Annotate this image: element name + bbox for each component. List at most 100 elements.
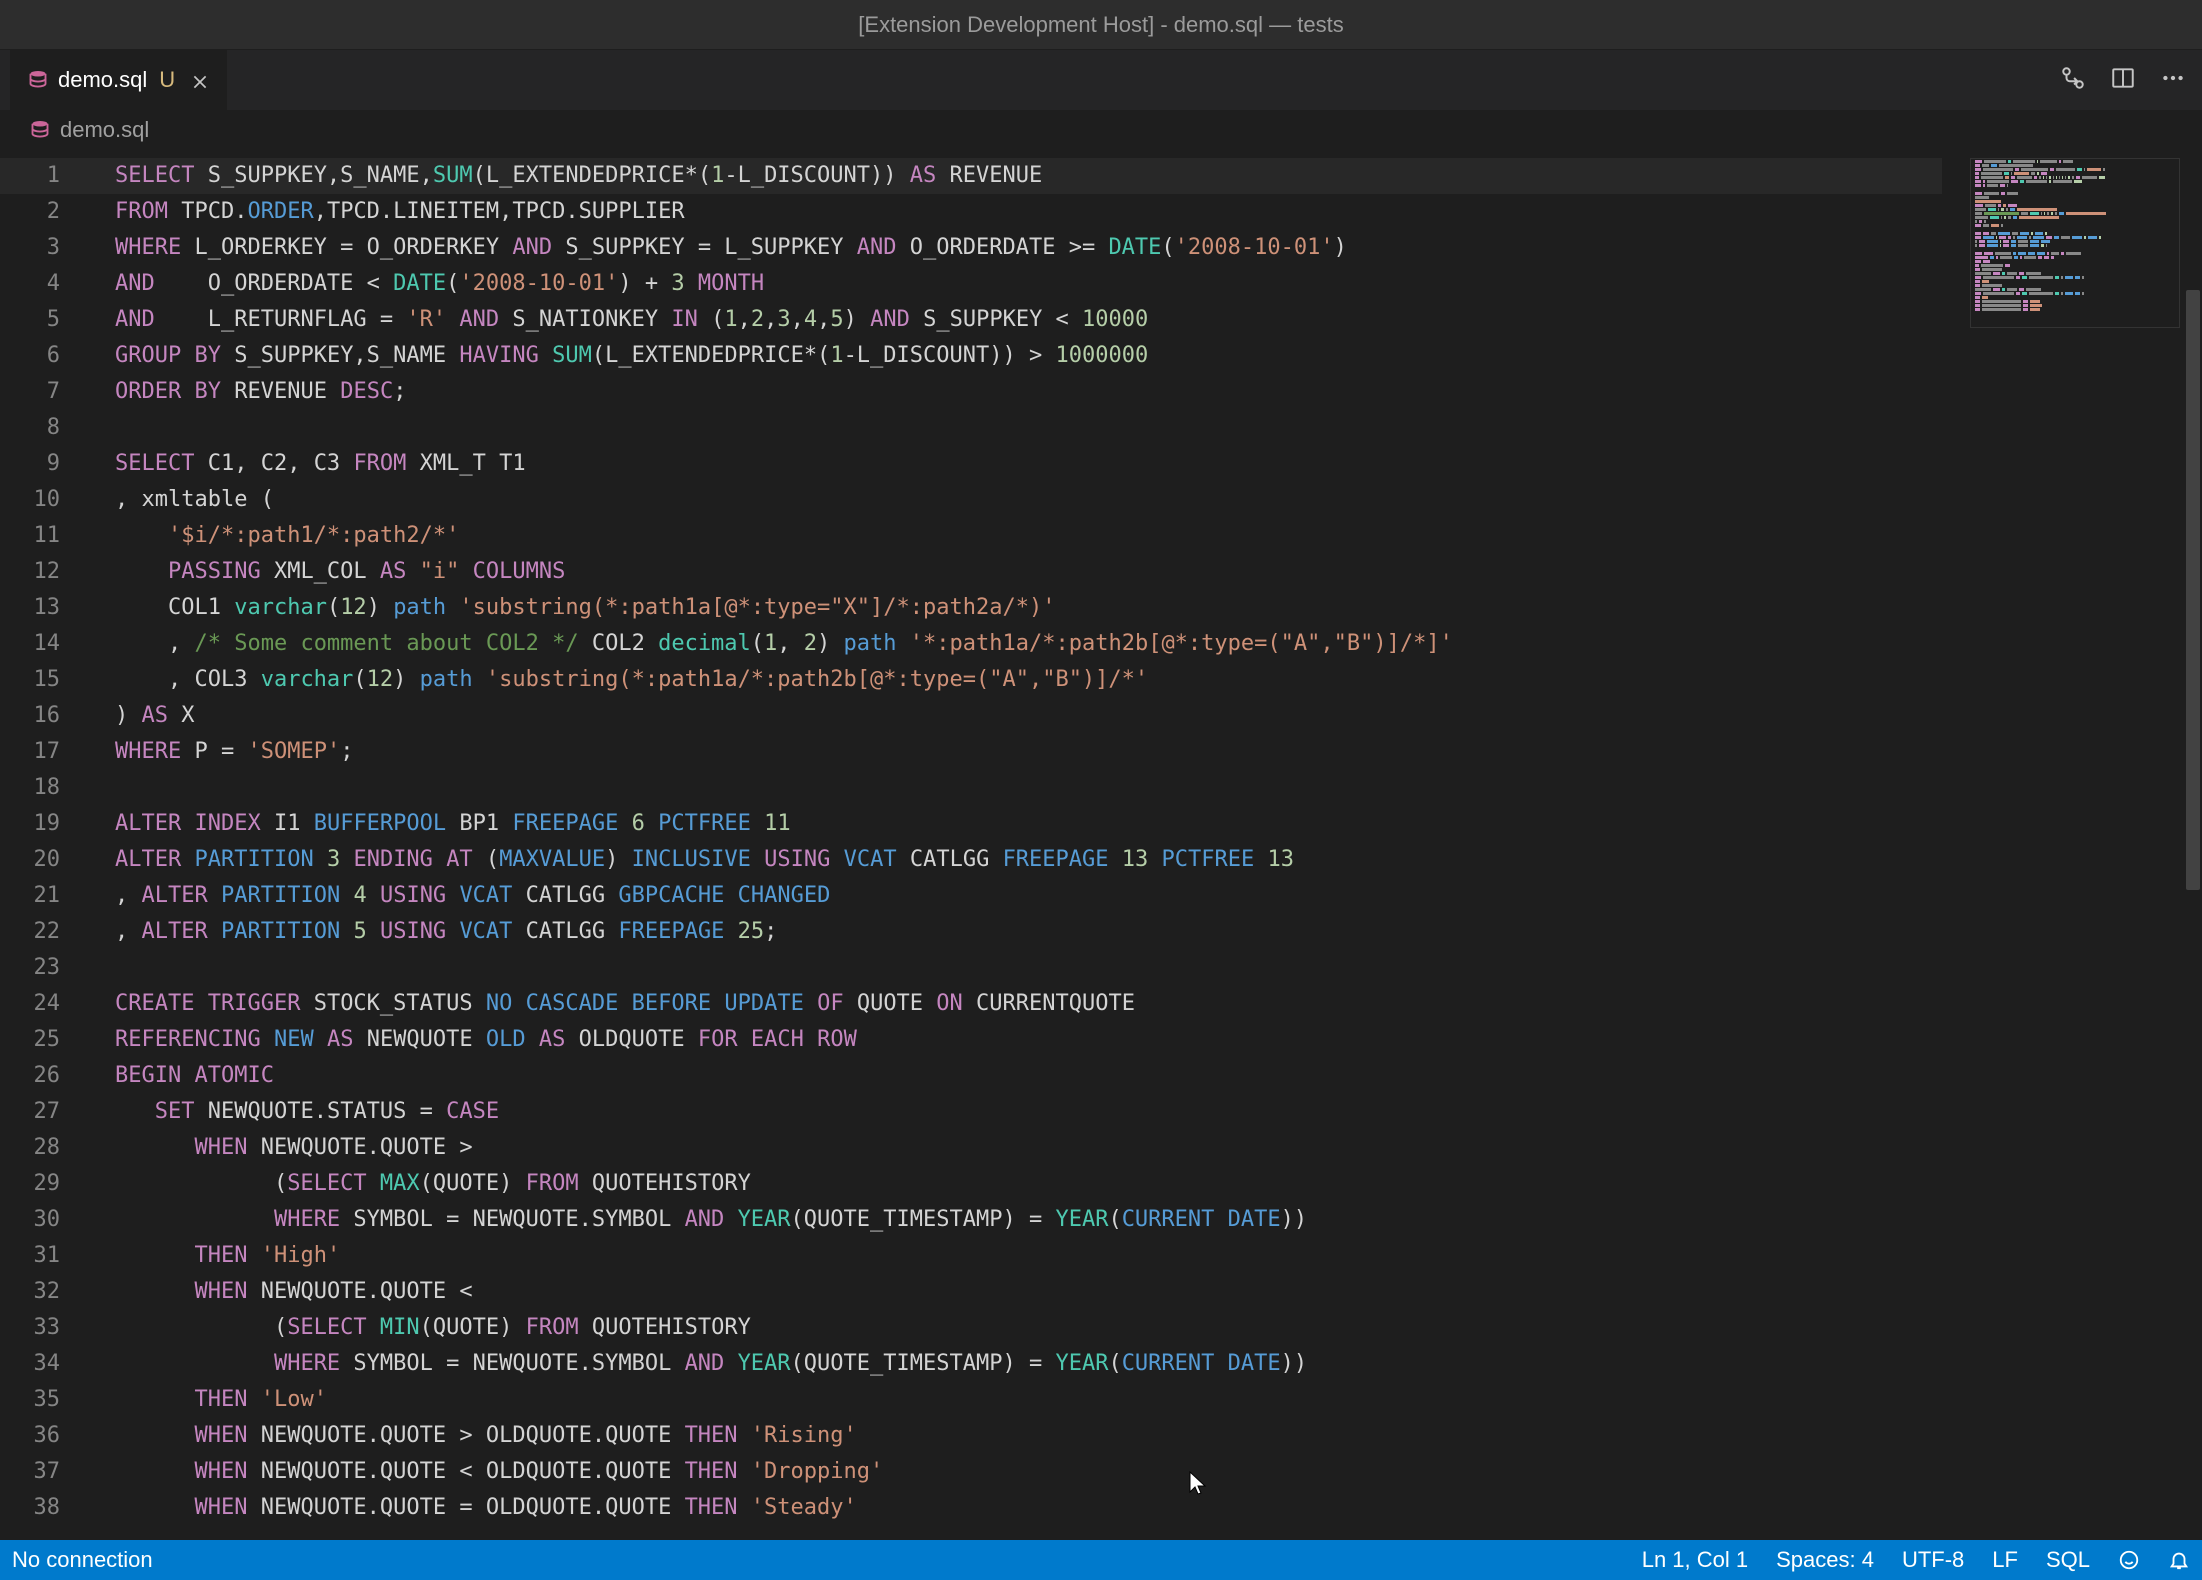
code-line[interactable]: , xmltable ( — [115, 482, 1942, 518]
code-line[interactable] — [115, 950, 1942, 986]
line-number: 36 — [0, 1418, 100, 1454]
code-line[interactable]: ) AS X — [115, 698, 1942, 734]
code-line[interactable]: WHEN NEWQUOTE.QUOTE < OLDQUOTE.QUOTE THE… — [115, 1454, 1942, 1490]
code-line[interactable]: ALTER INDEX I1 BUFFERPOOL BP1 FREEPAGE 6… — [115, 806, 1942, 842]
code-line[interactable]: THEN 'High' — [115, 1238, 1942, 1274]
code-line[interactable]: (SELECT MIN(QUOTE) FROM QUOTEHISTORY — [115, 1310, 1942, 1346]
code-line[interactable]: , ALTER PARTITION 4 USING VCAT CATLGG GB… — [115, 878, 1942, 914]
code-line[interactable]: WHERE P = 'SOMEP'; — [115, 734, 1942, 770]
code-line[interactable]: SELECT C1, C2, C3 FROM XML_T T1 — [115, 446, 1942, 482]
status-bar: No connection Ln 1, Col 1 Spaces: 4 UTF-… — [0, 1540, 2202, 1580]
code-line[interactable]: SET NEWQUOTE.STATUS = CASE — [115, 1094, 1942, 1130]
status-connection[interactable]: No connection — [12, 1547, 153, 1573]
line-number: 25 — [0, 1022, 100, 1058]
line-number: 3 — [0, 230, 100, 266]
code-line[interactable]: , ALTER PARTITION 5 USING VCAT CATLGG FR… — [115, 914, 1942, 950]
tab-demo-sql[interactable]: demo.sql U — [10, 50, 228, 110]
line-number: 22 — [0, 914, 100, 950]
feedback-icon[interactable] — [2118, 1549, 2140, 1571]
code-line[interactable]: FROM TPCD.ORDER,TPCD.LINEITEM,TPCD.SUPPL… — [115, 194, 1942, 230]
code-line[interactable]: , /* Some comment about COL2 */ COL2 dec… — [115, 626, 1942, 662]
compare-changes-icon[interactable] — [2060, 65, 2086, 96]
code-line[interactable]: WHEN NEWQUOTE.QUOTE > — [115, 1130, 1942, 1166]
code-line[interactable]: WHERE SYMBOL = NEWQUOTE.SYMBOL AND YEAR(… — [115, 1202, 1942, 1238]
code-line[interactable]: THEN 'Low' — [115, 1382, 1942, 1418]
code-area[interactable]: SELECT S_SUPPKEY,S_NAME,SUM(L_EXTENDEDPR… — [115, 158, 1942, 1526]
line-number: 21 — [0, 878, 100, 914]
line-number: 7 — [0, 374, 100, 410]
modified-indicator: U — [159, 67, 175, 93]
code-line[interactable]: '$i/*:path1/*:path2/*' — [115, 518, 1942, 554]
editor[interactable]: 1234567891011121314151617181920212223242… — [0, 150, 2202, 1540]
mouse-cursor-icon — [1188, 1470, 1208, 1498]
line-number: 29 — [0, 1166, 100, 1202]
code-line[interactable]: WHEN NEWQUOTE.QUOTE < — [115, 1274, 1942, 1310]
line-number: 27 — [0, 1094, 100, 1130]
line-number: 5 — [0, 302, 100, 338]
code-line[interactable]: WHERE L_ORDERKEY = O_ORDERKEY AND S_SUPP… — [115, 230, 1942, 266]
code-line[interactable]: WHEN NEWQUOTE.QUOTE > OLDQUOTE.QUOTE THE… — [115, 1418, 1942, 1454]
line-number: 18 — [0, 770, 100, 806]
status-encoding[interactable]: UTF-8 — [1902, 1547, 1964, 1573]
code-line[interactable]: PASSING XML_COL AS "i" COLUMNS — [115, 554, 1942, 590]
line-number: 33 — [0, 1310, 100, 1346]
code-line[interactable] — [115, 410, 1942, 446]
line-number: 38 — [0, 1490, 100, 1526]
line-number: 23 — [0, 950, 100, 986]
line-number: 17 — [0, 734, 100, 770]
line-number: 13 — [0, 590, 100, 626]
line-number: 24 — [0, 986, 100, 1022]
scrollbar-thumb[interactable] — [2186, 290, 2200, 890]
tab-bar: demo.sql U — [0, 50, 2202, 110]
line-number: 8 — [0, 410, 100, 446]
line-number: 12 — [0, 554, 100, 590]
status-language[interactable]: SQL — [2046, 1547, 2090, 1573]
more-actions-icon[interactable] — [2160, 65, 2186, 96]
code-line[interactable]: (SELECT MAX(QUOTE) FROM QUOTEHISTORY — [115, 1166, 1942, 1202]
status-line-col[interactable]: Ln 1, Col 1 — [1642, 1547, 1748, 1573]
line-number: 9 — [0, 446, 100, 482]
code-line[interactable]: GROUP BY S_SUPPKEY,S_NAME HAVING SUM(L_E… — [115, 338, 1942, 374]
breadcrumb[interactable]: demo.sql — [0, 110, 2202, 150]
code-line[interactable]: AND O_ORDERDATE < DATE('2008-10-01') + 3… — [115, 266, 1942, 302]
status-eol[interactable]: LF — [1992, 1547, 2018, 1573]
line-number: 6 — [0, 338, 100, 374]
code-line[interactable]: , COL3 varchar(12) path 'substring(*:pat… — [115, 662, 1942, 698]
line-number: 30 — [0, 1202, 100, 1238]
code-line[interactable] — [115, 770, 1942, 806]
notifications-icon[interactable] — [2168, 1549, 2190, 1571]
window-title: [Extension Development Host] - demo.sql … — [858, 12, 1343, 38]
code-line[interactable]: WHEN NEWQUOTE.QUOTE = OLDQUOTE.QUOTE THE… — [115, 1490, 1942, 1526]
code-line[interactable]: AND L_RETURNFLAG = 'R' AND S_NATIONKEY I… — [115, 302, 1942, 338]
line-number: 34 — [0, 1346, 100, 1382]
code-line[interactable]: COL1 varchar(12) path 'substring(*:path1… — [115, 590, 1942, 626]
database-icon — [30, 120, 50, 140]
line-number: 1 — [0, 158, 100, 194]
code-line[interactable]: WHERE SYMBOL = NEWQUOTE.SYMBOL AND YEAR(… — [115, 1346, 1942, 1382]
tab-actions — [2060, 50, 2186, 110]
code-line[interactable]: CREATE TRIGGER STOCK_STATUS NO CASCADE B… — [115, 986, 1942, 1022]
database-icon — [28, 70, 48, 90]
code-line[interactable]: ALTER PARTITION 3 ENDING AT (MAXVALUE) I… — [115, 842, 1942, 878]
line-number: 10 — [0, 482, 100, 518]
code-line[interactable]: REFERENCING NEW AS NEWQUOTE OLD AS OLDQU… — [115, 1022, 1942, 1058]
gutter: 1234567891011121314151617181920212223242… — [0, 150, 100, 1526]
line-number: 28 — [0, 1130, 100, 1166]
split-editor-icon[interactable] — [2110, 65, 2136, 96]
scrollbar-track[interactable] — [2184, 150, 2202, 1540]
line-number: 26 — [0, 1058, 100, 1094]
title-bar: [Extension Development Host] - demo.sql … — [0, 0, 2202, 50]
line-number: 19 — [0, 806, 100, 842]
minimap[interactable] — [1970, 158, 2180, 328]
line-number: 2 — [0, 194, 100, 230]
line-number: 20 — [0, 842, 100, 878]
status-spaces[interactable]: Spaces: 4 — [1776, 1547, 1874, 1573]
line-number: 15 — [0, 662, 100, 698]
line-number: 32 — [0, 1274, 100, 1310]
code-line[interactable]: BEGIN ATOMIC — [115, 1058, 1942, 1094]
code-line[interactable]: ORDER BY REVENUE DESC; — [115, 374, 1942, 410]
line-number: 16 — [0, 698, 100, 734]
code-line[interactable]: SELECT S_SUPPKEY,S_NAME,SUM(L_EXTENDEDPR… — [115, 158, 1942, 194]
close-icon[interactable] — [191, 71, 209, 89]
breadcrumb-file: demo.sql — [60, 117, 149, 143]
